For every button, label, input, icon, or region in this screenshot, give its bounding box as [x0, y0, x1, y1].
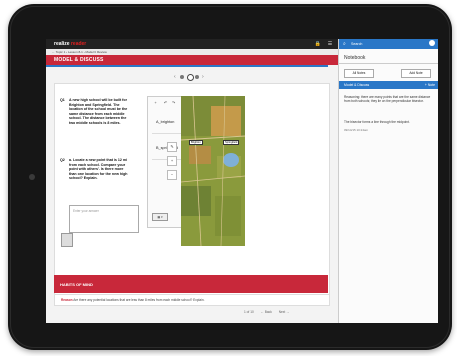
brand-main: realize: [54, 41, 70, 47]
app-bar: realize reader 🔒 ☰: [46, 39, 338, 49]
brand-accent: reader: [70, 41, 87, 47]
map-image: [181, 96, 245, 246]
lesson-banner: MODEL & DISCUSS: [46, 55, 338, 65]
brand-logo: realize reader: [54, 41, 86, 47]
camera-icon: [29, 174, 35, 180]
bottom-nav: 1 of 10 ← Back Next →: [244, 310, 295, 314]
divider: [46, 65, 328, 67]
divider: [339, 63, 438, 64]
undo-icon[interactable]: ↶: [162, 100, 169, 106]
map-label-right: Springfield: [223, 140, 240, 145]
map-view[interactable]: Brighton Springfield: [181, 96, 245, 246]
pager-dot[interactable]: [180, 75, 184, 79]
profile-icon[interactable]: [429, 40, 435, 46]
page-indicator: 1 of 10: [244, 310, 254, 314]
search-icon: ⌕: [343, 41, 346, 47]
redo-icon[interactable]: ↷: [170, 100, 177, 106]
add-icon[interactable]: +: [152, 100, 159, 106]
habits-of-mind-prompt: Reason Are there any potential locations…: [54, 294, 330, 306]
lesson-title: MODEL & DISCUSS: [54, 57, 104, 63]
notebook-panel: ⌕ Search Notebook All Notes Add Note Mod…: [338, 39, 438, 323]
pager-dot-active[interactable]: [187, 74, 194, 81]
pencil-icon[interactable]: ✎: [167, 142, 177, 152]
habits-of-mind-banner: HABITS OF MIND: [54, 275, 328, 293]
map-label-left: Brighton: [189, 140, 203, 145]
notebook-title: Notebook: [344, 55, 366, 61]
back-button[interactable]: ← Back: [261, 310, 272, 314]
answer-field[interactable]: Enter your answer: [69, 205, 139, 233]
note-text-2: The bisector forms a line through the mi…: [344, 120, 410, 124]
next-arrow-icon[interactable]: ›: [202, 74, 204, 80]
section-title: Model & Discuss: [344, 83, 370, 87]
keyboard-toggle[interactable]: ▦ ▾: [152, 213, 168, 221]
pager-dot[interactable]: [195, 75, 199, 79]
next-button[interactable]: Next →: [279, 310, 290, 314]
lock-icon[interactable]: 🔒: [314, 40, 322, 48]
tablet-screen: realize reader 🔒 ☰ ← Topic 1 › Lesson 8-…: [46, 39, 438, 323]
add-note-link[interactable]: + Note: [425, 83, 435, 87]
question-2: Q2 a. Locate a new point that is 12 mi f…: [60, 158, 128, 181]
add-note-button[interactable]: Add Note: [401, 69, 431, 78]
sketch-tool-icon[interactable]: [61, 233, 73, 247]
question-1: Q1 A new high school will be built for B…: [60, 98, 128, 125]
all-notes-button[interactable]: All Notes: [344, 69, 374, 78]
zoom-in-icon[interactable]: +: [167, 156, 177, 166]
slide-pager: ‹ ›: [46, 73, 328, 81]
search-bar[interactable]: ⌕ Search: [339, 39, 438, 49]
note-text: Reasoning: there are many points that ar…: [344, 95, 431, 104]
prompt-text: Are there any potential locations that a…: [73, 298, 205, 302]
zoom-out-icon[interactable]: −: [167, 170, 177, 180]
notes-section-header: Model & Discuss + Note: [339, 81, 438, 89]
search-input[interactable]: Search: [351, 42, 362, 46]
prev-arrow-icon[interactable]: ‹: [174, 74, 176, 80]
note-date: 09/14/15 10:24am: [344, 128, 369, 132]
prompt-label: Reason: [61, 298, 73, 302]
content-card: Q1 A new high school will be built for B…: [54, 83, 330, 305]
menu-icon[interactable]: ☰: [326, 40, 334, 48]
